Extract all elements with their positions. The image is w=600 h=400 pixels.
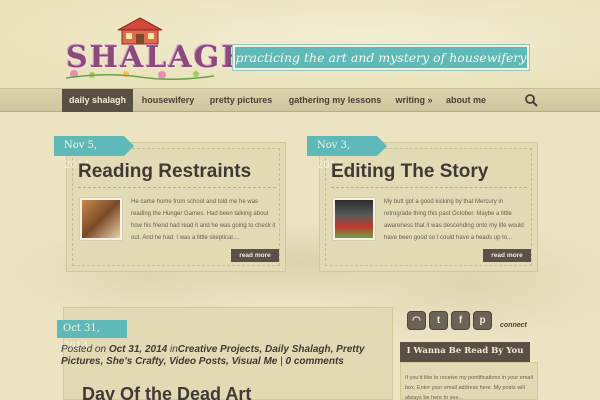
- nav-item-writing[interactable]: writing »: [389, 89, 439, 112]
- nav-item-gathering-my-lessons[interactable]: gathering my lessons: [283, 89, 387, 112]
- post-thumbnail[interactable]: [80, 198, 122, 240]
- title-divider: [331, 187, 527, 188]
- in-label: in: [169, 344, 178, 355]
- posted-on-label: Posted on: [61, 344, 107, 355]
- read-more-button[interactable]: read more: [483, 249, 531, 262]
- flowers-decoration: [66, 70, 214, 80]
- widget-text: If you'd like to receive my pontificatio…: [405, 375, 533, 400]
- nav-item-pretty-pictures[interactable]: pretty pictures: [203, 89, 279, 112]
- search-icon[interactable]: [524, 93, 538, 107]
- tagline-text: practicing the art and mystery of housew…: [235, 50, 527, 65]
- facebook-icon[interactable]: f: [451, 311, 470, 330]
- connect-label: connect: [500, 322, 527, 329]
- post-date-badge: Nov 5, 2014: [54, 136, 134, 171]
- post-title[interactable]: Reading Restraints: [78, 161, 251, 183]
- meta-separator: |: [280, 356, 283, 367]
- comments-link[interactable]: 0 comments: [286, 356, 344, 367]
- pinterest-icon[interactable]: p: [473, 311, 492, 330]
- nav-item-housewifery[interactable]: housewifery: [137, 89, 199, 112]
- nav-item-daily-shalagh[interactable]: daily shalagh: [62, 89, 133, 112]
- featured-post-title[interactable]: Day Of the Dead Art: [82, 384, 251, 400]
- post-date-badge: Nov 3, 2014: [307, 136, 387, 171]
- widget-title: I Wanna Be Read By You: [406, 346, 524, 356]
- read-more-button[interactable]: read more: [231, 249, 279, 262]
- post-date-badge: Oct 31, 2014: [57, 320, 127, 352]
- site-logo[interactable]: SHALAGH: [66, 10, 250, 80]
- posted-date: Oct 31, 2014: [108, 344, 168, 355]
- main-navigation: daily shalagh housewifery pretty picture…: [0, 88, 600, 112]
- widget-body: If you'd like to receive my pontificatio…: [400, 362, 538, 400]
- twitter-icon[interactable]: t: [429, 311, 448, 330]
- post-excerpt: He came home from school and told me he …: [131, 199, 276, 241]
- post-excerpt: My butt got a good kicking by that Mercu…: [384, 199, 524, 241]
- post-title[interactable]: Editing The Story: [331, 161, 488, 183]
- nav-item-about-me[interactable]: about me: [442, 89, 490, 112]
- rss-icon[interactable]: ◠: [407, 311, 426, 330]
- widget-header: I Wanna Be Read By You: [400, 342, 530, 362]
- post-meta: Posted on Oct 31, 2014 inCreative Projec…: [61, 344, 385, 368]
- title-divider: [78, 187, 276, 188]
- post-thumbnail[interactable]: [333, 198, 375, 240]
- tagline-banner: practicing the art and mystery of housew…: [233, 45, 529, 70]
